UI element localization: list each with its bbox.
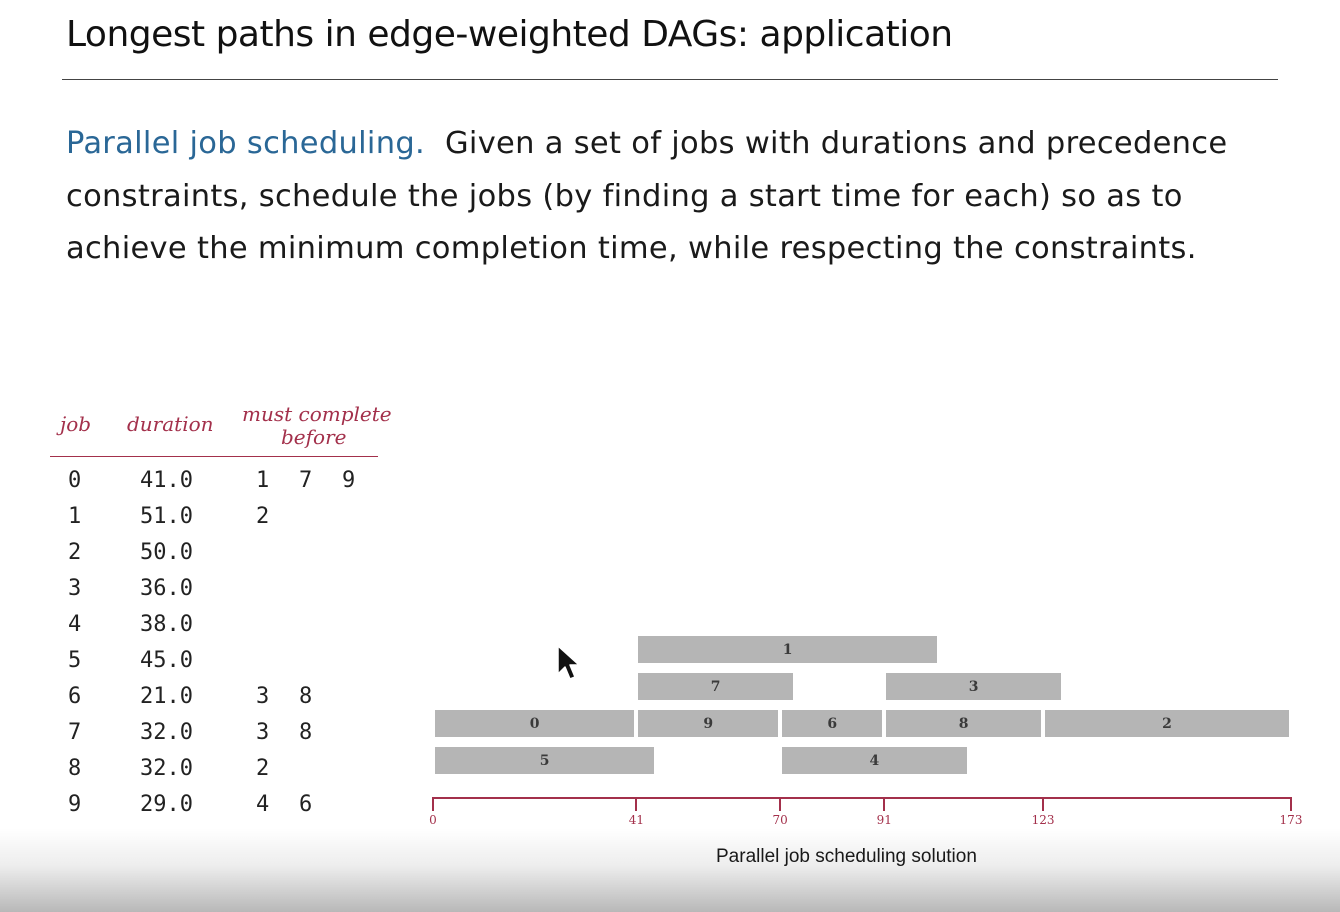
job-bar-label: 4: [869, 752, 880, 769]
chart-caption: Parallel job scheduling solution: [716, 846, 977, 867]
mouse-cursor-icon: [556, 644, 582, 688]
job-bar-4: 4: [782, 747, 967, 774]
axis-tick-label: 123: [1031, 813, 1055, 827]
job-bar-label: 9: [703, 715, 714, 732]
job-bar-label: 1: [782, 641, 793, 658]
axis-tick-label: 173: [1279, 813, 1303, 827]
job-bar-label: 6: [827, 715, 838, 732]
job-bar-2: 2: [1045, 710, 1289, 737]
axis-tick-label: 0: [429, 813, 437, 827]
job-bar-1: 1: [638, 636, 937, 663]
axis-tick-label: 70: [772, 813, 788, 827]
axis-tick-label: 41: [628, 813, 644, 827]
job-bar-5: 5: [435, 747, 655, 774]
axis-tick: [1042, 797, 1045, 811]
axis-tick: [883, 797, 886, 811]
job-bar-label: 8: [958, 715, 969, 732]
job-bar-label: 7: [710, 678, 721, 695]
schedule-chart: 1 7 3 0 9 6 8 2 5 4 0 41 70 91 123 173: [0, 0, 1340, 912]
time-axis: [432, 797, 1292, 799]
job-bar-label: 5: [539, 752, 550, 769]
job-bar-7: 7: [638, 673, 794, 700]
axis-tick: [779, 797, 782, 811]
job-bar-label: 2: [1162, 715, 1172, 732]
job-bar-label: 0: [529, 715, 540, 732]
axis-tick: [1290, 797, 1292, 811]
job-bar-0: 0: [435, 710, 635, 737]
axis-tick: [635, 797, 638, 811]
job-bar-9: 9: [638, 710, 779, 737]
job-bar-6: 6: [782, 710, 883, 737]
job-bar-8: 8: [886, 710, 1042, 737]
axis-tick: [432, 797, 434, 811]
axis-tick-label: 91: [876, 813, 892, 827]
job-bar-label: 3: [968, 678, 979, 695]
job-bar-3: 3: [886, 673, 1061, 700]
